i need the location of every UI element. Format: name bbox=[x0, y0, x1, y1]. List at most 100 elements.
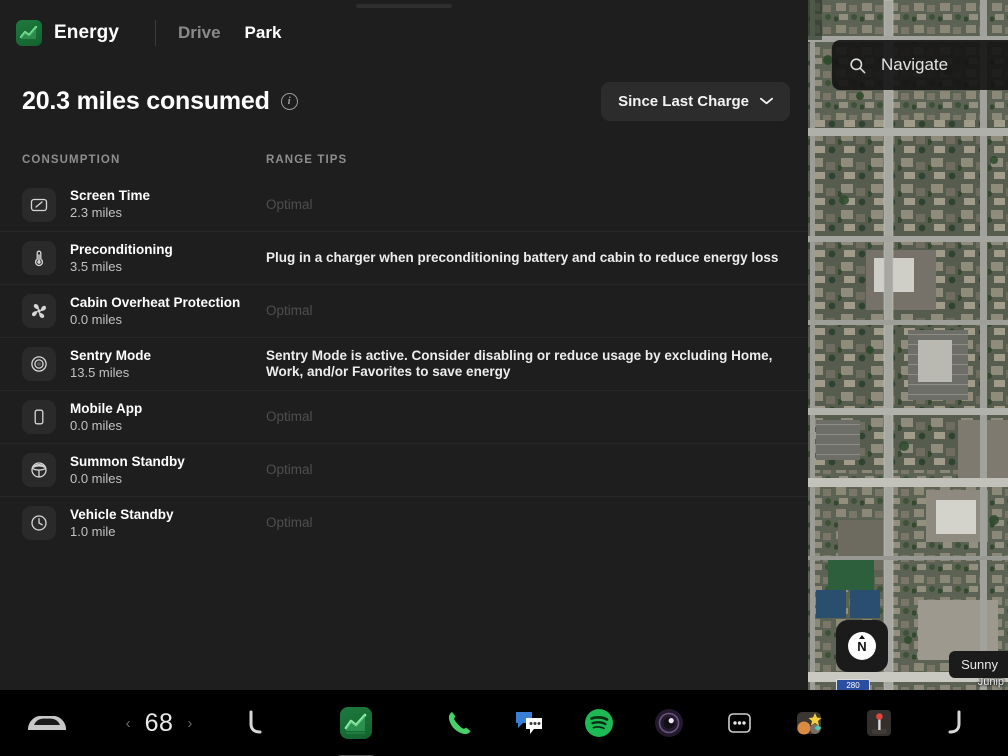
row-label: Sentry Mode bbox=[70, 347, 152, 363]
temp-increase-icon[interactable]: › bbox=[187, 715, 192, 732]
map-route-shield: 280 bbox=[836, 679, 870, 690]
filter-label: Since Last Charge bbox=[618, 92, 749, 110]
climate-temperature-control[interactable]: ‹ 68 › bbox=[94, 709, 224, 738]
chart-line-glyph bbox=[344, 713, 367, 734]
row-value: 13.5 miles bbox=[70, 364, 130, 380]
dock-item-dashcam[interactable] bbox=[634, 708, 704, 738]
row-range-tip: Sentry Mode is active. Consider disablin… bbox=[266, 348, 773, 379]
row-value: 0.0 miles bbox=[70, 417, 123, 433]
row-range-tip: Optimal bbox=[266, 515, 313, 530]
energy-app-icon bbox=[16, 20, 42, 46]
row-consumption-cell: Mobile App 0.0 miles bbox=[56, 401, 266, 434]
row-range-tip: Optimal bbox=[266, 409, 313, 424]
column-header-range-tips: RANGE TIPS bbox=[266, 154, 348, 166]
row-value: 0.0 miles bbox=[70, 470, 123, 486]
map-compass-button[interactable]: N bbox=[836, 620, 888, 672]
compass-label: N bbox=[857, 638, 867, 654]
map-search-bar[interactable]: Navigate bbox=[832, 40, 1008, 90]
table-row[interactable]: Sentry Mode 13.5 miles Sentry Mode is acti… bbox=[0, 337, 808, 390]
row-label: Cabin Overheat Protection bbox=[70, 294, 241, 310]
car-icon bbox=[28, 716, 66, 730]
clock-icon bbox=[22, 506, 56, 540]
row-value: 1.0 mile bbox=[70, 523, 116, 539]
header-divider bbox=[155, 20, 157, 46]
row-range-tip: Plug in a charger when preconditioning b… bbox=[266, 250, 779, 265]
time-range-filter-button[interactable]: Since Last Charge bbox=[601, 81, 790, 121]
consumption-list: Screen Time 2.3 miles Optimal Preconditioni… bbox=[0, 178, 808, 549]
row-consumption-cell: Vehicle Standby 1.0 mile bbox=[56, 507, 266, 540]
sentry-camera-icon bbox=[22, 347, 56, 381]
row-value: 0.0 miles bbox=[70, 311, 123, 327]
dock-item-toybox[interactable] bbox=[704, 709, 774, 737]
bottom-dock: ‹ 68 › bbox=[0, 690, 1008, 756]
chart-line-glyph bbox=[19, 25, 38, 39]
table-row[interactable]: Preconditioning 3.5 miles Plug in a charge… bbox=[0, 231, 808, 284]
row-value: 2.3 miles bbox=[70, 205, 123, 220]
messages-icon bbox=[516, 712, 542, 734]
tab-park[interactable]: Park bbox=[245, 23, 282, 43]
row-label: Vehicle Standby bbox=[70, 506, 174, 522]
dock-item-seat-heater-left[interactable] bbox=[224, 708, 288, 738]
table-row[interactable]: Summon Standby 0.0 miles Optimal bbox=[0, 443, 808, 496]
spotify-icon bbox=[585, 709, 613, 737]
row-range-tip: Optimal bbox=[266, 303, 313, 318]
table-row[interactable]: Vehicle Standby 1.0 mile Optimal bbox=[0, 496, 808, 549]
row-consumption-cell: Sentry Mode 13.5 miles bbox=[56, 348, 266, 381]
dock-item-phone[interactable] bbox=[424, 709, 494, 737]
chevron-down-icon bbox=[760, 97, 773, 105]
phone-mobile-icon bbox=[22, 400, 56, 434]
table-row[interactable]: Cabin Overheat Protection 0.0 miles Optima… bbox=[0, 284, 808, 337]
tab-drive[interactable]: Drive bbox=[178, 23, 221, 43]
page-title: Energy bbox=[54, 22, 120, 43]
table-row[interactable]: Mobile App 0.0 miles Optimal bbox=[0, 390, 808, 443]
row-label: Mobile App bbox=[70, 400, 143, 416]
seat-heater-right-icon bbox=[948, 710, 961, 734]
column-headers: CONSUMPTION RANGE TIPS bbox=[0, 126, 808, 166]
dock-item-car[interactable] bbox=[0, 712, 94, 734]
row-label: Summon Standby bbox=[70, 453, 185, 469]
consumed-value: 20.3 miles consumed bbox=[22, 86, 270, 115]
fan-icon bbox=[22, 294, 56, 328]
dock-item-arcade[interactable] bbox=[844, 708, 914, 738]
phone-icon bbox=[448, 712, 471, 735]
table-row[interactable]: Screen Time 2.3 miles Optimal bbox=[0, 178, 808, 231]
panel-drag-handle[interactable] bbox=[356, 4, 452, 8]
row-range-tip: Optimal bbox=[266, 196, 313, 212]
dashcam-icon bbox=[655, 709, 683, 737]
map-satellite-imagery bbox=[808, 0, 1008, 690]
energy-app-panel: Energy Drive Park 20.3 miles consumed i … bbox=[0, 0, 808, 690]
seat-heater-left-icon bbox=[249, 710, 262, 734]
steering-wheel-icon bbox=[22, 453, 56, 487]
row-consumption-cell: Cabin Overheat Protection 0.0 miles bbox=[56, 295, 266, 328]
info-icon[interactable]: i bbox=[280, 92, 298, 110]
dock-item-energy[interactable] bbox=[288, 707, 424, 756]
row-consumption-cell: Summon Standby 0.0 miles bbox=[56, 454, 266, 487]
energy-app-icon bbox=[340, 707, 372, 739]
map-search-placeholder: Navigate bbox=[881, 55, 949, 74]
row-consumption-cell: Preconditioning 3.5 miles bbox=[56, 242, 266, 275]
tesla-center-display: Navigate N Sunny Junip 280 Energy Drive … bbox=[0, 0, 1008, 756]
row-consumption-cell: Screen Time 2.3 miles bbox=[56, 188, 266, 221]
row-range-tip: Optimal bbox=[266, 462, 313, 477]
temp-decrease-icon[interactable]: ‹ bbox=[126, 715, 131, 732]
temperature-value[interactable]: 68 bbox=[145, 709, 174, 738]
toybox-icon bbox=[728, 713, 751, 733]
arcade-icon bbox=[867, 710, 891, 736]
app-header: Energy Drive Park bbox=[0, 0, 808, 66]
row-label: Screen Time bbox=[70, 188, 151, 203]
screen-icon bbox=[22, 187, 56, 222]
summary-row: 20.3 miles consumed i Since Last Charge bbox=[0, 66, 808, 126]
map-weather-badge[interactable]: Sunny bbox=[949, 651, 1008, 678]
column-header-consumption: CONSUMPTION bbox=[22, 154, 121, 166]
dock-item-spotify[interactable] bbox=[564, 708, 634, 738]
row-label: Preconditioning bbox=[70, 241, 173, 257]
search-icon bbox=[850, 57, 866, 73]
map-view[interactable]: Navigate N Sunny Junip 280 bbox=[808, 0, 1008, 690]
row-value: 3.5 miles bbox=[70, 258, 123, 274]
thermometer-icon bbox=[22, 241, 56, 275]
dock-item-messages[interactable] bbox=[494, 709, 564, 737]
dock-item-theater[interactable] bbox=[774, 709, 844, 737]
dock-item-seat-heater-right[interactable] bbox=[914, 708, 994, 738]
theater-icon bbox=[797, 712, 822, 735]
compass-icon: N bbox=[848, 632, 876, 660]
